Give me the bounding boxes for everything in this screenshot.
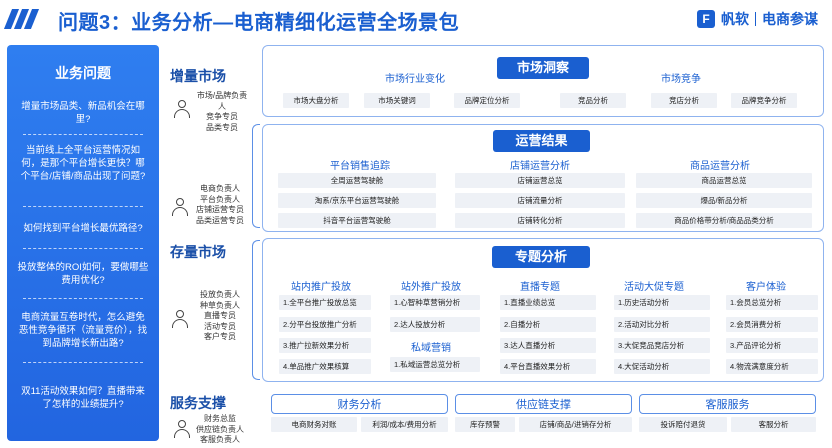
roles-stock-topic: 投放负责人 种草负责人 直播专员 活动专员 客户专员 xyxy=(200,290,240,341)
person-icon xyxy=(174,420,190,438)
group-private-marketing: 私域营销 xyxy=(411,343,451,354)
chip[interactable]: 抖音平台运营驾驶舱 xyxy=(278,213,436,228)
section-head-ops-results: 运营结果 xyxy=(493,130,590,152)
chip[interactable]: 3.达人直播分析 xyxy=(500,338,596,353)
chip[interactable]: 3.推广拉新效果分析 xyxy=(279,338,371,353)
chip[interactable]: 店铺/商品/进销存分析 xyxy=(519,417,632,432)
group-onsite-promo: 站内推广投放 xyxy=(291,282,351,293)
chip[interactable]: 投诉赔付退货 xyxy=(639,417,727,432)
chip[interactable]: 商品运营总览 xyxy=(636,173,812,188)
chip[interactable]: 2.达人投放分析 xyxy=(390,317,480,332)
roles-incremental: 市场/品牌负责人 竞争专员 品类专员 xyxy=(196,91,248,132)
divider xyxy=(23,248,143,249)
group-customer-exp: 客户体验 xyxy=(746,282,786,293)
chip[interactable]: 淘系/京东平台运营驾驶舱 xyxy=(278,193,436,208)
panel-title: 业务问题 xyxy=(55,65,111,81)
chip[interactable]: 库存预警 xyxy=(455,417,515,432)
brace xyxy=(252,240,260,380)
page: 问题3：业务分析—电商精细化运营全场景包 F 帆软 电商参谋 业务问题 增量市场… xyxy=(0,0,832,448)
chip[interactable]: 店铺流量分析 xyxy=(455,193,625,208)
divider xyxy=(23,362,143,363)
group-market-change: 市场行业变化 xyxy=(385,74,445,85)
chip[interactable]: 竞店分析 xyxy=(651,93,717,108)
support-head-customer-service: 客服服务 xyxy=(639,394,816,414)
page-title: 问题3：业务分析—电商精细化运营全场景包 xyxy=(58,12,460,34)
chip[interactable]: 店铺运营总览 xyxy=(455,173,625,188)
group-live-stream: 直播专题 xyxy=(520,282,560,293)
question-6: 双11活动效果如何？直播带来了怎样的业绩提升? xyxy=(21,386,145,410)
roles-stock-ops: 电商负责人 平台负责人 店铺运营专员 品类运营专员 xyxy=(196,184,244,225)
support-head-finance: 财务分析 xyxy=(271,394,448,414)
roles-support: 财务总监 供应链负责人 客服负责人 xyxy=(196,414,244,444)
chip[interactable]: 1.直播业绩总览 xyxy=(500,295,596,310)
label-incremental-market: 增量市场 xyxy=(170,68,226,84)
chip[interactable]: 2.分平台投放推广分析 xyxy=(279,317,371,332)
label-stock-market: 存量市场 xyxy=(170,244,226,260)
group-offsite-promo: 站外推广投放 xyxy=(401,282,461,293)
chip[interactable]: 4.物流满意度分析 xyxy=(726,359,818,374)
chip[interactable]: 1.私域运营总览分析 xyxy=(390,357,480,372)
chip[interactable]: 2.自播分析 xyxy=(500,317,596,332)
chip[interactable]: 市场关键词 xyxy=(364,93,430,108)
section-head-market-insight: 市场洞察 xyxy=(497,57,589,79)
brace xyxy=(252,124,260,228)
header-stripes-logo xyxy=(3,9,40,29)
chip[interactable]: 3.大促竞品竞店分析 xyxy=(614,338,710,353)
group-campaign: 活动大促专题 xyxy=(624,282,684,293)
question-2: 当前线上全平台运营情况如何，是那个平台增长更快？哪个平台/店铺/商品出现了问题? xyxy=(20,145,146,182)
divider xyxy=(23,206,143,207)
chip[interactable]: 商品价格带分析/商品品类分析 xyxy=(636,213,812,228)
chip[interactable]: 1.心智种草营销分析 xyxy=(390,295,480,310)
divider xyxy=(23,298,143,299)
section-head-topic-analysis: 专题分析 xyxy=(492,246,590,268)
chip[interactable]: 爆品/新品分析 xyxy=(636,193,812,208)
question-1: 增量市场品类、新品机会在哪里? xyxy=(21,101,145,125)
chip[interactable]: 全周运营驾驶舱 xyxy=(278,173,436,188)
group-market-competition: 市场竞争 xyxy=(661,74,701,85)
chip[interactable]: 1.会员总览分析 xyxy=(726,295,818,310)
chip[interactable]: 品牌定位分析 xyxy=(454,93,520,108)
label-service-support: 服务支撑 xyxy=(170,395,226,411)
brand-name: 帆软 xyxy=(721,11,749,27)
chip[interactable]: 1.历史活动分析 xyxy=(614,295,710,310)
chip[interactable]: 利润/成本/费用分析 xyxy=(361,417,448,432)
question-4: 投放整体的ROI如何，要做哪些费用优化? xyxy=(17,262,149,286)
chip[interactable]: 1.全平台推广投放总览 xyxy=(279,295,371,310)
divider xyxy=(23,134,143,135)
chip[interactable]: 3.产品评论分析 xyxy=(726,338,818,353)
brand: F 帆软 电商参谋 xyxy=(697,9,818,29)
group-store-ops: 店铺运营分析 xyxy=(510,161,570,172)
chip[interactable]: 2.活动对比分析 xyxy=(614,317,710,332)
chip[interactable]: 4.平台直播效果分析 xyxy=(500,359,596,374)
support-head-supply-chain: 供应链支撑 xyxy=(455,394,632,414)
brand-divider xyxy=(755,12,756,26)
person-icon xyxy=(172,198,188,216)
brand-logo-icon: F xyxy=(697,10,715,28)
chip[interactable]: 2.会员消费分析 xyxy=(726,317,818,332)
person-icon xyxy=(172,310,188,328)
chip[interactable]: 竞品分析 xyxy=(560,93,626,108)
chip[interactable]: 店铺转化分析 xyxy=(455,213,625,228)
question-5: 电商流量互卷时代，怎么避免恶性竞争循环（流量竞价），找到品牌增长新出路? xyxy=(18,312,148,349)
question-3: 如何找到平台增长最优路径? xyxy=(23,223,143,234)
chip[interactable]: 品牌竞争分析 xyxy=(731,93,797,108)
group-product-ops: 商品运营分析 xyxy=(690,161,750,172)
chip[interactable]: 客服分析 xyxy=(731,417,816,432)
brand-sub: 电商参谋 xyxy=(762,11,818,27)
chip[interactable]: 市场大盘分析 xyxy=(283,93,349,108)
chip[interactable]: 电商财务对账 xyxy=(271,417,357,432)
person-icon xyxy=(174,100,190,118)
chip[interactable]: 4.大促活动分析 xyxy=(614,359,710,374)
business-questions-panel: 业务问题 增量市场品类、新品机会在哪里? 当前线上全平台运营情况如何，是那个平台… xyxy=(7,45,159,441)
chip[interactable]: 4.单品推广效果核算 xyxy=(279,359,371,374)
group-platform-sales: 平台销售追踪 xyxy=(330,161,390,172)
